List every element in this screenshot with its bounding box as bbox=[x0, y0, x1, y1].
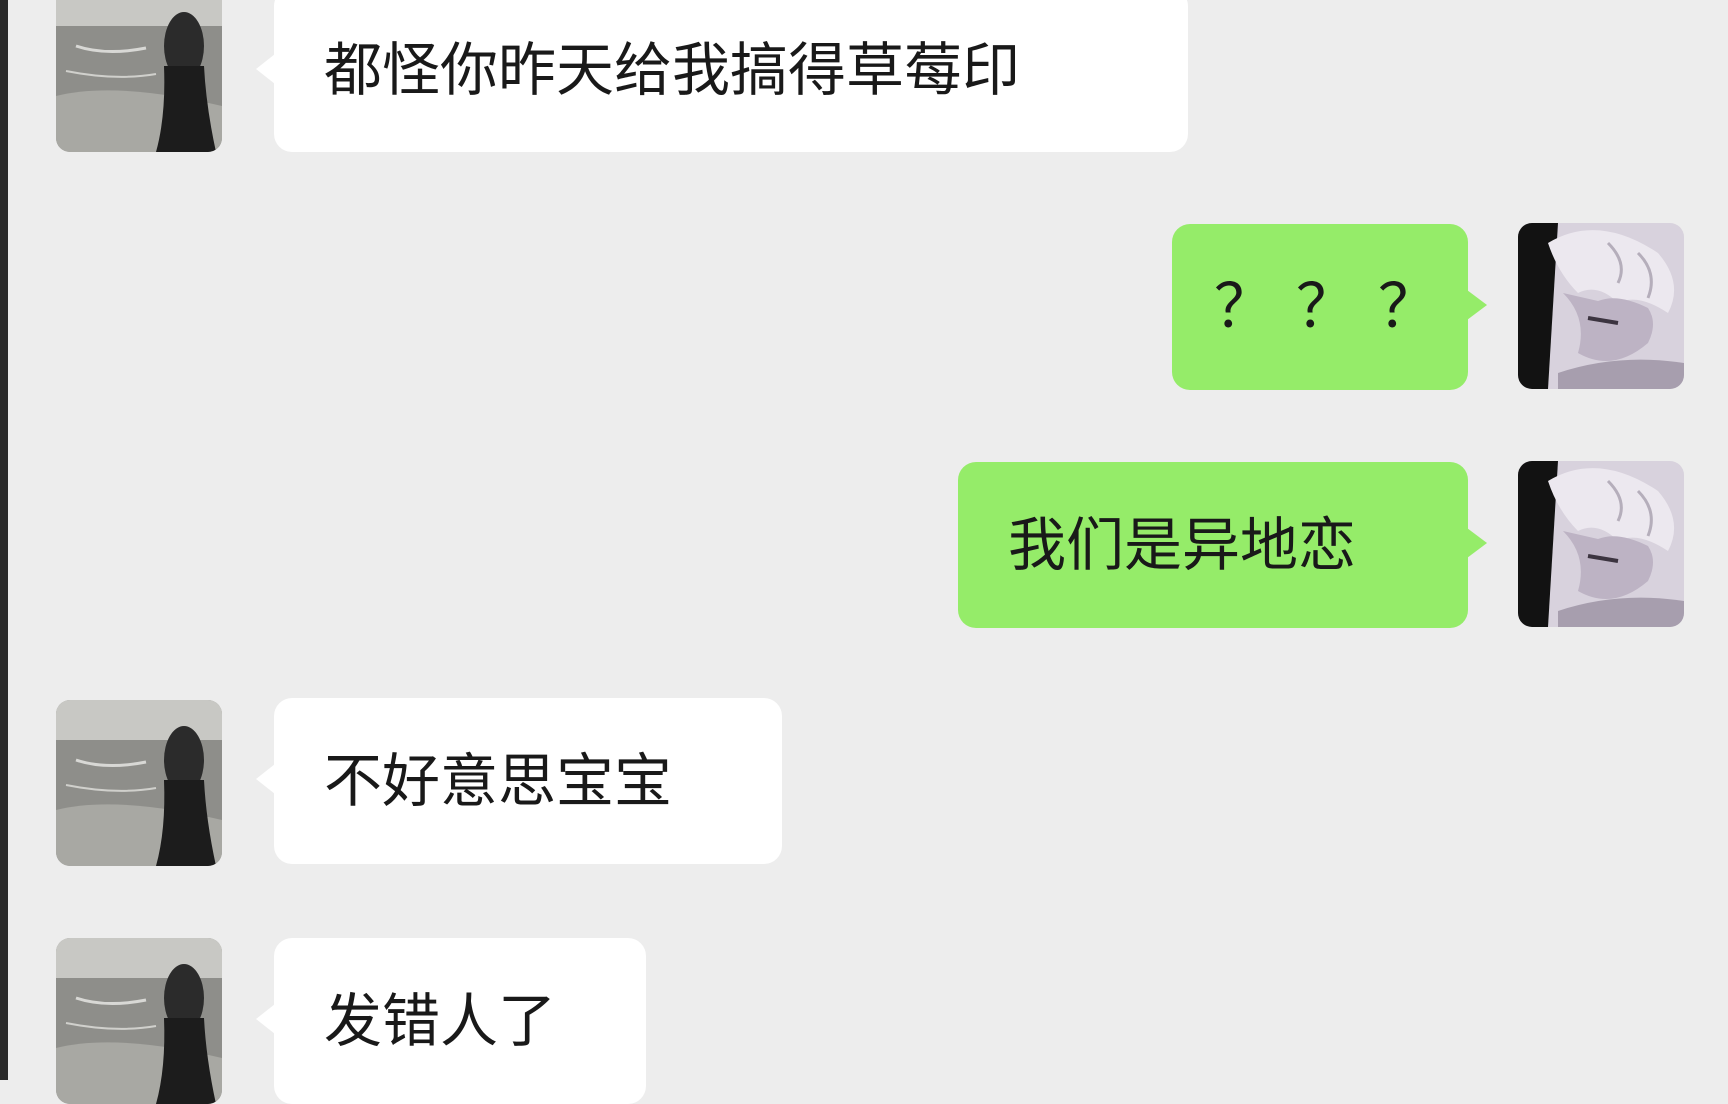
my-avatar[interactable] bbox=[1518, 223, 1684, 389]
my-avatar-image bbox=[1518, 461, 1684, 627]
message-bubble[interactable]: 发错人了 bbox=[256, 938, 646, 1104]
my-avatar-image bbox=[1518, 223, 1684, 389]
message-bubble[interactable]: 不好意思宝宝 bbox=[256, 698, 782, 864]
contact-avatar-photo bbox=[56, 700, 222, 866]
message-text: ？？？ bbox=[1214, 272, 1460, 342]
contact-avatar[interactable] bbox=[56, 0, 222, 152]
message-text: 不好意思宝宝 bbox=[324, 747, 673, 815]
message-text: 发错人了 bbox=[324, 987, 557, 1055]
message-bubble[interactable]: ？？？ bbox=[1172, 224, 1487, 390]
contact-avatar[interactable] bbox=[56, 938, 222, 1104]
contact-avatar[interactable] bbox=[56, 700, 222, 866]
message-text: 我们是异地恋 bbox=[1008, 511, 1357, 579]
message-text: 都怪你昨天给我搞得草莓印 bbox=[324, 36, 1021, 104]
contact-avatar-photo bbox=[56, 0, 222, 152]
contact-avatar-photo bbox=[56, 938, 222, 1104]
chat-message-list[interactable]: 都怪你昨天给我搞得草莓印 ？？？ 我们是异地恋 不好意思宝宝 发错人了 bbox=[0, 0, 1728, 1104]
message-bubble[interactable]: 都怪你昨天给我搞得草莓印 bbox=[256, 0, 1188, 152]
my-avatar[interactable] bbox=[1518, 461, 1684, 627]
message-bubble[interactable]: 我们是异地恋 bbox=[958, 462, 1487, 628]
